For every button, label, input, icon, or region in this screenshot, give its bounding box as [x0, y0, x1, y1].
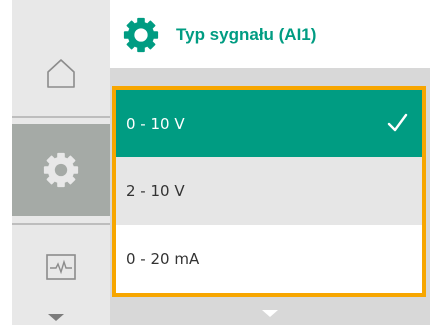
sidebar-divider [12, 223, 110, 225]
pulse-icon [46, 254, 76, 280]
sidebar-item-home[interactable] [12, 38, 110, 108]
options-list: 0 - 10 V 2 - 10 V 0 - 20 mA [112, 86, 426, 297]
check-icon [387, 113, 408, 132]
chevron-down-icon[interactable] [262, 310, 278, 317]
option-0-10v[interactable]: 0 - 10 V [116, 90, 422, 157]
sidebar-edge [0, 0, 12, 325]
option-0-20ma[interactable]: 0 - 20 mA [116, 225, 422, 293]
page-header: Typ sygnału (AI1) [110, 0, 430, 68]
sidebar-item-settings[interactable] [12, 124, 110, 216]
sidebar-nav [0, 0, 110, 325]
gear-icon [123, 17, 159, 53]
sidebar-divider [12, 116, 110, 118]
option-label: 0 - 10 V [126, 114, 185, 133]
sidebar-item-monitor[interactable] [12, 232, 110, 302]
option-2-10v[interactable]: 2 - 10 V [116, 157, 422, 225]
option-label: 0 - 20 mA [126, 250, 200, 268]
page-title: Typ sygnału (AI1) [176, 25, 317, 44]
home-icon [47, 59, 75, 88]
gear-icon [43, 152, 79, 188]
option-label: 2 - 10 V [126, 182, 185, 200]
sidebar-scroll-down-icon[interactable] [48, 314, 64, 321]
